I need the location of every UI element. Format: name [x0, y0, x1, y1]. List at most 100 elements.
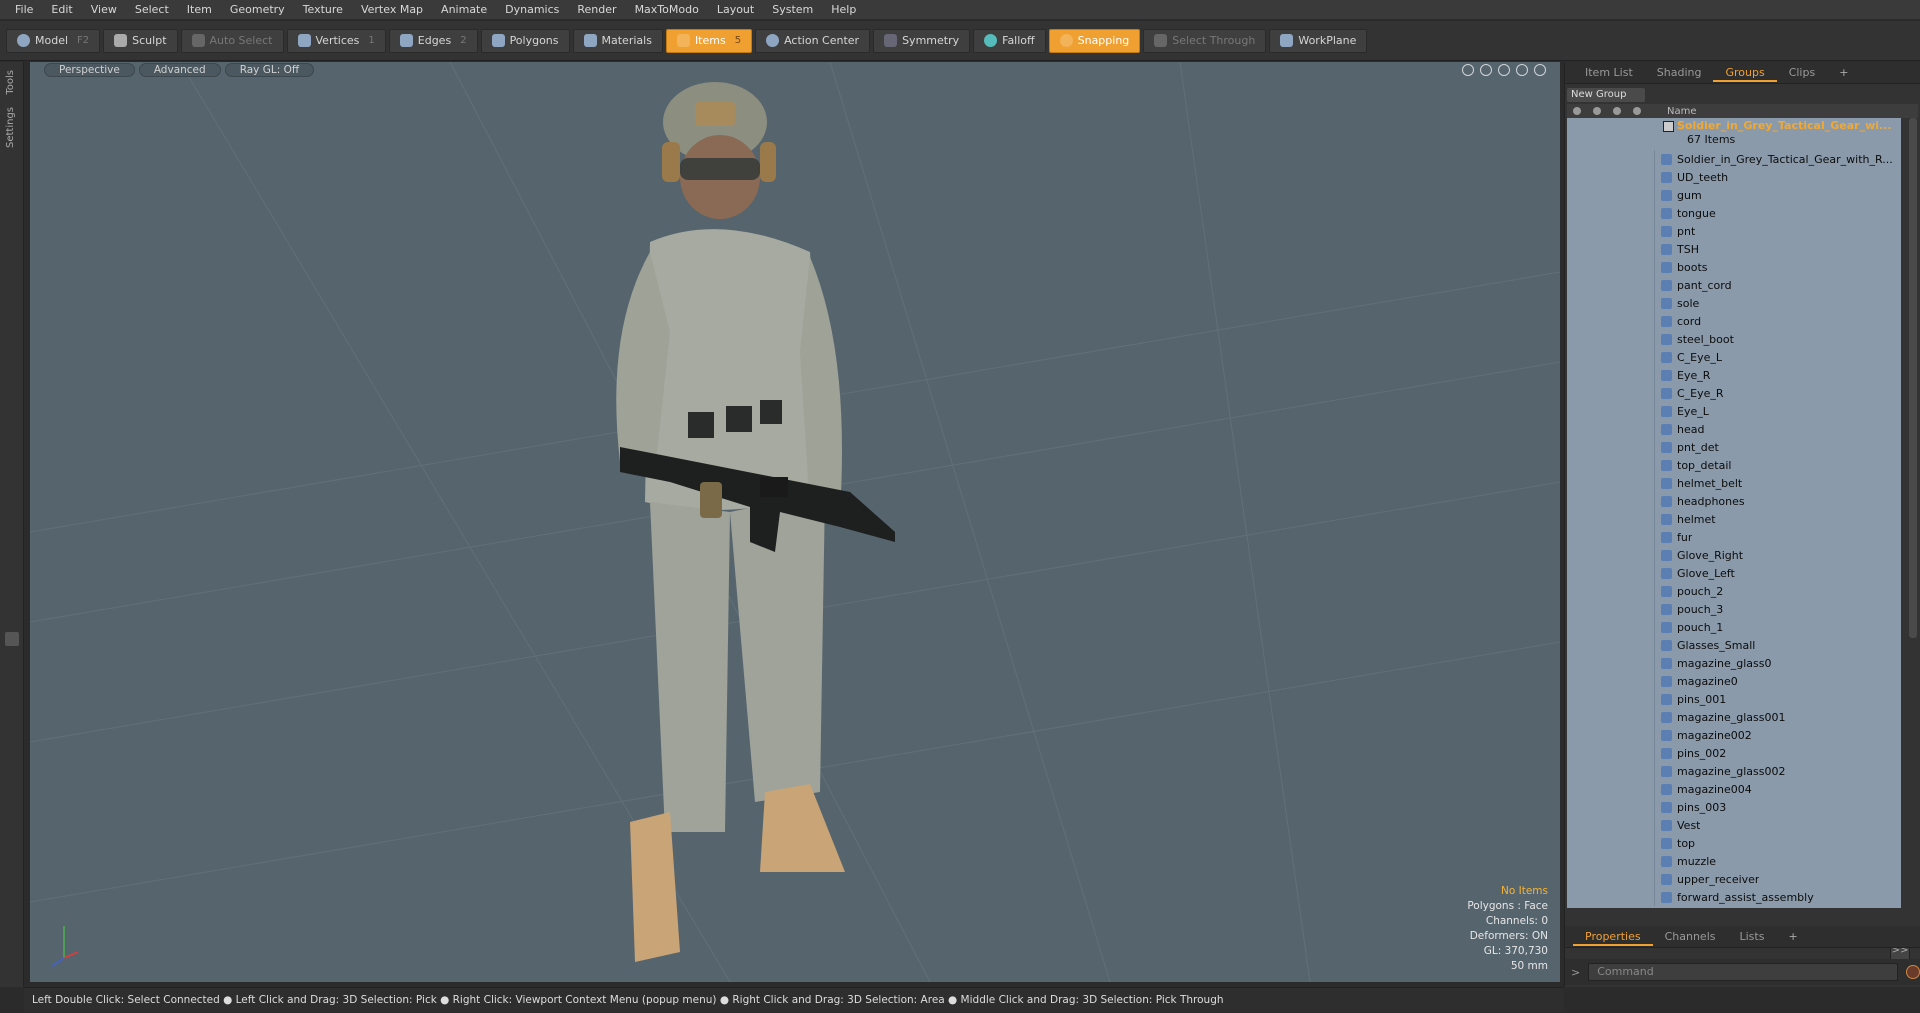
group-row[interactable]: Soldier_in_Grey_Tactical_Gear_wi... 67 I… [1567, 118, 1901, 150]
workplane-button[interactable]: WorkPlane [1269, 28, 1368, 53]
tab-add-bottom[interactable]: + [1776, 928, 1809, 946]
fit-view-icon[interactable] [1516, 64, 1528, 76]
list-scrollbar[interactable] [1909, 118, 1917, 638]
menu-vertex-map[interactable]: Vertex Map [352, 0, 432, 20]
menu-view[interactable]: View [82, 0, 126, 20]
render-column[interactable] [1587, 104, 1607, 118]
list-item[interactable]: tongue [1567, 204, 1901, 222]
command-input[interactable]: Command [1588, 963, 1899, 981]
menu-geometry[interactable]: Geometry [221, 0, 294, 20]
panel-toggle[interactable] [4, 631, 19, 646]
tab-clips[interactable]: Clips [1777, 64, 1828, 82]
list-item[interactable]: steel_boot [1567, 330, 1901, 348]
list-item[interactable]: muzzle [1567, 852, 1901, 870]
list-item[interactable]: helmet [1567, 510, 1901, 528]
list-item[interactable]: upper_receiver [1567, 870, 1901, 888]
list-item[interactable]: TSH [1567, 240, 1901, 258]
list-item[interactable]: Glove_Left [1567, 564, 1901, 582]
list-item[interactable]: magazine0 [1567, 672, 1901, 690]
menu-help[interactable]: Help [822, 0, 865, 20]
record-icon[interactable] [1906, 965, 1920, 979]
zoom-view-icon[interactable] [1498, 64, 1510, 76]
list-item[interactable]: headphones [1567, 492, 1901, 510]
list-item[interactable]: pant_cord [1567, 276, 1901, 294]
menu-select[interactable]: Select [126, 0, 178, 20]
auto-select-button[interactable]: Auto Select [180, 28, 284, 53]
list-item[interactable]: top_detail [1567, 456, 1901, 474]
list-item[interactable]: Glove_Right [1567, 546, 1901, 564]
list-item[interactable]: forward_assist_assembly [1567, 888, 1901, 906]
model-button[interactable]: Model F2 [6, 28, 101, 53]
list-item[interactable]: pins_001 [1567, 690, 1901, 708]
polygons-button[interactable]: Polygons [480, 28, 570, 53]
materials-button[interactable]: Materials [572, 28, 663, 53]
menu-layout[interactable]: Layout [708, 0, 763, 20]
list-item[interactable]: pouch_1 [1567, 618, 1901, 636]
list-item[interactable]: cord [1567, 312, 1901, 330]
menu-edit[interactable]: Edit [42, 0, 81, 20]
menu-system[interactable]: System [763, 0, 822, 20]
list-item[interactable]: magazine_glass002 [1567, 762, 1901, 780]
new-group-button[interactable]: New Group [1567, 88, 1645, 102]
list-item[interactable]: C_Eye_L [1567, 348, 1901, 366]
tab-channels[interactable]: Channels [1653, 928, 1728, 946]
advanced-button[interactable]: Advanced [138, 63, 221, 77]
list-item[interactable]: Vest [1567, 816, 1901, 834]
list-item[interactable]: magazine_glass0 [1567, 654, 1901, 672]
lock-column[interactable] [1607, 104, 1627, 118]
list-item[interactable]: boots [1567, 258, 1901, 276]
list-item[interactable]: pins_003 [1567, 798, 1901, 816]
menu-animate[interactable]: Animate [432, 0, 496, 20]
settings-tab[interactable]: Settings [5, 103, 19, 152]
menu-maxtomodo[interactable]: MaxToModo [626, 0, 708, 20]
menu-item[interactable]: Item [178, 0, 221, 20]
menu-render[interactable]: Render [568, 0, 625, 20]
visibility-column[interactable] [1567, 104, 1587, 118]
items-button[interactable]: Items 5 [665, 28, 753, 53]
list-item[interactable]: fur [1567, 528, 1901, 546]
vertices-button[interactable]: Vertices 1 [286, 28, 386, 53]
3d-viewport[interactable]: Perspective Advanced Ray GL: Off No Item… [30, 62, 1560, 982]
select-through-button[interactable]: Select Through [1143, 28, 1267, 53]
list-item[interactable]: magazine002 [1567, 726, 1901, 744]
menu-texture[interactable]: Texture [294, 0, 352, 20]
list-item[interactable]: Eye_R [1567, 366, 1901, 384]
list-item[interactable]: pins_002 [1567, 744, 1901, 762]
list-item[interactable]: pouch_3 [1567, 600, 1901, 618]
list-item[interactable]: magazine_glass001 [1567, 708, 1901, 726]
raygl-button[interactable]: Ray GL: Off [224, 63, 315, 77]
rotate-view-icon[interactable] [1480, 64, 1492, 76]
gear-icon[interactable] [1534, 64, 1546, 76]
tab-shading[interactable]: Shading [1645, 64, 1714, 82]
move-view-icon[interactable] [1462, 64, 1474, 76]
falloff-button[interactable]: Falloff [973, 28, 1046, 53]
tools-tab[interactable]: Tools [5, 66, 19, 99]
list-item[interactable]: top [1567, 834, 1901, 852]
tab-properties[interactable]: Properties [1573, 928, 1653, 946]
tab-add[interactable]: + [1827, 64, 1860, 82]
list-item[interactable]: Eye_L [1567, 402, 1901, 420]
tab-lists[interactable]: Lists [1728, 928, 1777, 946]
menu-dynamics[interactable]: Dynamics [496, 0, 568, 20]
list-item[interactable]: pnt [1567, 222, 1901, 240]
list-item[interactable]: Glasses_Small [1567, 636, 1901, 654]
list-item[interactable]: magazine004 [1567, 780, 1901, 798]
list-item[interactable]: UD_teeth [1567, 168, 1901, 186]
list-item[interactable]: Soldier_in_Grey_Tactical_Gear_with_R... [1567, 150, 1901, 168]
symmetry-button[interactable]: Symmetry [873, 28, 971, 53]
list-item[interactable]: pnt_det [1567, 438, 1901, 456]
tab-item-list[interactable]: Item List [1573, 64, 1645, 82]
list-item[interactable]: head [1567, 420, 1901, 438]
list-item[interactable]: helmet_belt [1567, 474, 1901, 492]
snapping-button[interactable]: Snapping [1048, 28, 1141, 53]
sculpt-button[interactable]: Sculpt [103, 28, 178, 53]
select-column[interactable] [1627, 104, 1647, 118]
list-item[interactable]: sole [1567, 294, 1901, 312]
list-item[interactable]: gum [1567, 186, 1901, 204]
menu-file[interactable]: File [6, 0, 42, 20]
action-center-button[interactable]: Action Center [755, 28, 871, 53]
list-item[interactable]: C_Eye_R [1567, 384, 1901, 402]
list-item[interactable]: pouch_2 [1567, 582, 1901, 600]
tab-groups[interactable]: Groups [1713, 64, 1777, 82]
edges-button[interactable]: Edges 2 [388, 28, 478, 53]
